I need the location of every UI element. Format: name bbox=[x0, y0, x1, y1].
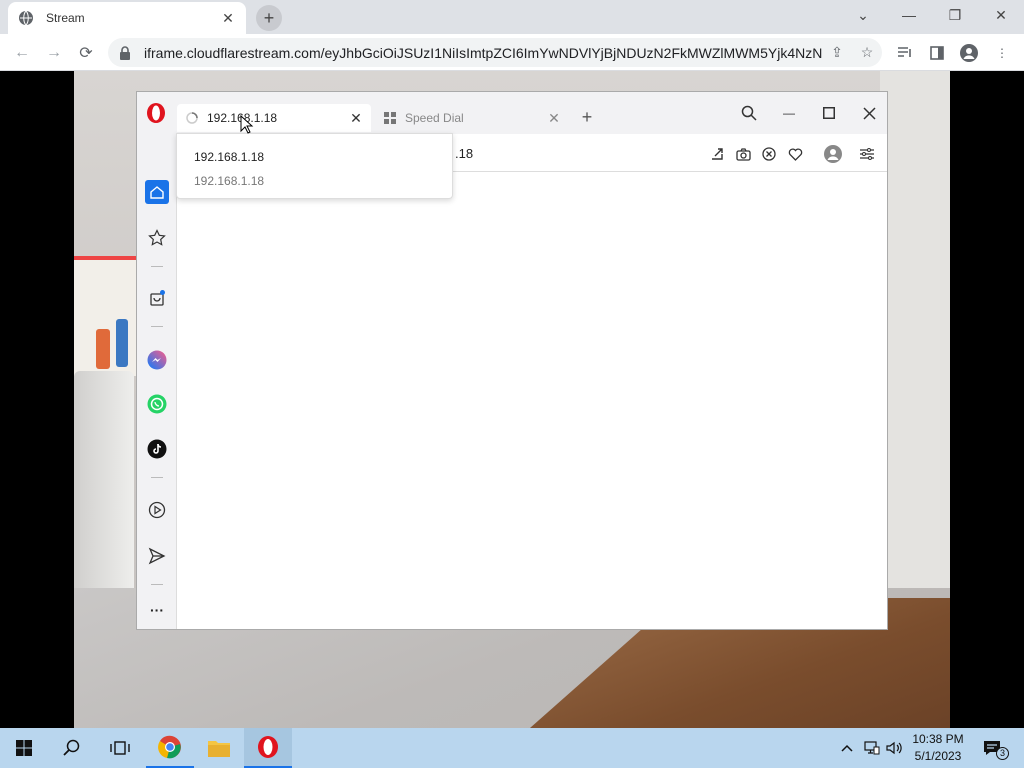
profile-avatar-icon[interactable] bbox=[823, 144, 843, 164]
maximize-button[interactable] bbox=[817, 102, 841, 124]
globe-icon bbox=[18, 10, 34, 26]
url-text: iframe.cloudflarestream.com/eyJhbGciOiJS… bbox=[144, 44, 822, 61]
opera-sidebar: ··· bbox=[137, 134, 177, 629]
side-panel-icon[interactable] bbox=[925, 41, 949, 65]
opera-address-text: .18 bbox=[455, 146, 474, 161]
mouse-cursor-icon bbox=[240, 114, 254, 135]
task-view-icon[interactable] bbox=[96, 728, 144, 768]
opera-tab-title: 192.168.1.18 bbox=[207, 111, 349, 125]
close-tab-icon[interactable]: ✕ bbox=[220, 10, 236, 27]
send-flow-icon[interactable] bbox=[145, 544, 169, 568]
clock-date: 5/1/2023 bbox=[914, 749, 962, 763]
opera-tab-title: Speed Dial bbox=[405, 111, 464, 125]
sidebar-divider bbox=[151, 584, 163, 585]
windows-taskbar: 10:38 PM 5/1/2023 3 bbox=[0, 728, 1024, 768]
media-controls-icon[interactable] bbox=[893, 41, 917, 65]
bottle-shape bbox=[116, 319, 128, 367]
tiktok-icon[interactable] bbox=[145, 437, 169, 461]
new-tab-button[interactable]: + bbox=[256, 5, 282, 31]
network-icon[interactable] bbox=[862, 728, 882, 768]
notification-count-badge: 3 bbox=[996, 747, 1009, 760]
bottle-shape bbox=[96, 329, 110, 369]
search-icon[interactable] bbox=[737, 102, 761, 124]
opera-logo-icon[interactable] bbox=[145, 102, 167, 124]
player-icon[interactable] bbox=[145, 498, 169, 522]
restore-button[interactable]: ❐ bbox=[932, 0, 978, 30]
messenger-icon[interactable] bbox=[145, 348, 169, 372]
close-tab-icon[interactable]: ✕ bbox=[547, 110, 561, 127]
close-window-button[interactable] bbox=[857, 102, 881, 124]
opera-new-tab-button[interactable]: + bbox=[577, 106, 597, 128]
notification-center-icon[interactable]: 3 bbox=[976, 728, 1009, 768]
bookmark-star-icon[interactable]: ☆ bbox=[852, 44, 882, 61]
window-controls: ⌄ — ❐ ✕ bbox=[840, 0, 1024, 30]
opera-tab-active[interactable]: 192.168.1.18 ✕ bbox=[177, 104, 371, 132]
address-suggestions-dropdown: 192.168.1.18 192.168.1.18 bbox=[176, 133, 453, 199]
close-tab-icon[interactable]: ✕ bbox=[349, 110, 363, 127]
sidebar-divider bbox=[151, 266, 163, 267]
lock-icon[interactable] bbox=[118, 45, 132, 60]
bookmarks-icon[interactable] bbox=[145, 226, 169, 250]
heart-icon[interactable] bbox=[785, 144, 805, 164]
suggestion-item[interactable]: 192.168.1.18 bbox=[194, 150, 264, 164]
whatsapp-icon[interactable] bbox=[145, 392, 169, 416]
more-icon[interactable]: ··· bbox=[145, 598, 169, 622]
loading-spinner-icon bbox=[185, 112, 199, 124]
profile-avatar-icon[interactable] bbox=[957, 41, 981, 65]
minimize-button[interactable]: — bbox=[777, 102, 801, 124]
clock-time: 10:38 PM bbox=[912, 732, 964, 746]
chrome-tab-stream[interactable]: Stream ✕ bbox=[8, 2, 246, 34]
edit-share-icon[interactable] bbox=[707, 144, 727, 164]
suggestion-item[interactable]: 192.168.1.18 bbox=[194, 174, 264, 188]
system-clock[interactable]: 10:38 PM 5/1/2023 bbox=[908, 731, 968, 765]
close-window-button[interactable]: ✕ bbox=[978, 0, 1024, 30]
opera-taskbar-icon[interactable] bbox=[244, 728, 292, 768]
door-region bbox=[880, 71, 950, 671]
chrome-taskbar-icon[interactable] bbox=[146, 728, 194, 768]
easy-setup-icon[interactable] bbox=[857, 144, 877, 164]
minimize-button[interactable]: — bbox=[886, 0, 932, 30]
volume-icon[interactable] bbox=[885, 728, 905, 768]
ad-block-icon[interactable] bbox=[759, 144, 779, 164]
shopping-bag-icon[interactable] bbox=[145, 286, 169, 310]
tab-search-icon[interactable]: ⌄ bbox=[840, 0, 886, 30]
chrome-toolbar: ← → ⟳ iframe.cloudflarestream.com/eyJhbG… bbox=[0, 34, 1024, 71]
home-icon[interactable] bbox=[145, 180, 169, 204]
camera-snapshot-icon[interactable] bbox=[733, 144, 753, 164]
opera-tab-speed-dial[interactable]: Speed Dial ✕ bbox=[375, 104, 569, 132]
search-icon[interactable] bbox=[48, 728, 96, 768]
chrome-tab-strip: Stream ✕ + ⌄ — ❐ ✕ bbox=[0, 0, 1024, 34]
chrome-menu-icon[interactable]: ⋮ bbox=[990, 41, 1014, 65]
sidebar-divider bbox=[151, 477, 163, 478]
chevron-up-icon[interactable] bbox=[838, 728, 856, 768]
address-bar[interactable]: iframe.cloudflarestream.com/eyJhbGciOiJS… bbox=[108, 38, 882, 67]
chrome-tab-title: Stream bbox=[46, 11, 85, 25]
speed-dial-grid-icon bbox=[383, 112, 397, 124]
forward-button[interactable]: → bbox=[42, 41, 66, 65]
reload-button[interactable]: ⟳ bbox=[74, 41, 98, 65]
share-icon[interactable]: ⇪ bbox=[822, 44, 852, 61]
file-explorer-icon[interactable] bbox=[195, 728, 243, 768]
windows-start-icon[interactable] bbox=[0, 728, 48, 768]
sidebar-divider bbox=[151, 326, 163, 327]
back-button[interactable]: ← bbox=[10, 41, 34, 65]
